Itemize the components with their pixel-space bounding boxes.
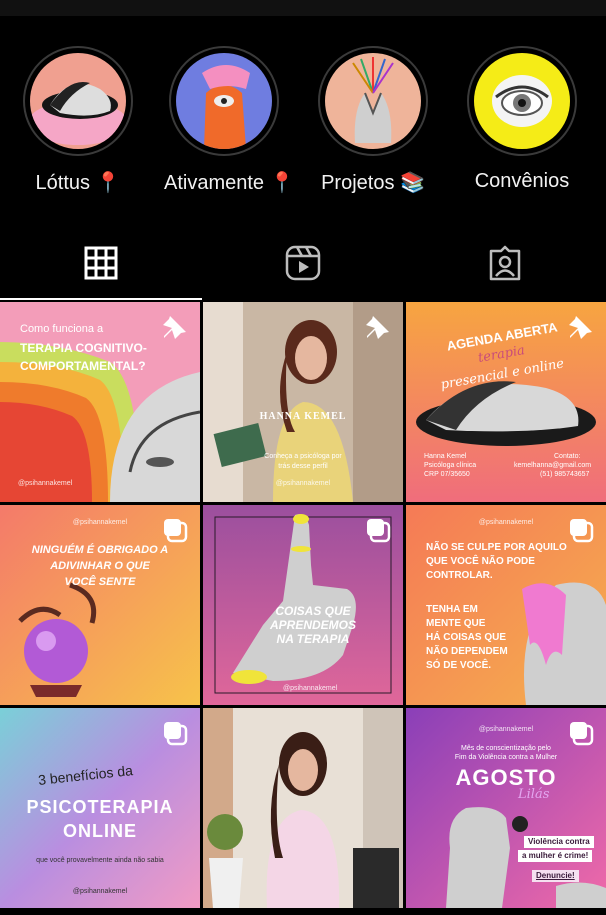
post-text: PSICOTERAPIA <box>26 797 174 817</box>
tagged-icon <box>489 245 521 281</box>
post-handle: @psihannakemel <box>275 480 331 487</box>
post-text: ADIVINHAR O QUE <box>50 560 150 572</box>
post-handle: @psihannakemel <box>18 480 73 487</box>
post-text: a mulher é crime! <box>518 850 593 863</box>
pin-icon <box>163 316 186 339</box>
post-info: CRP 07/35650 <box>424 471 470 478</box>
post-text: TERAPIA COGNITIVO- <box>20 341 147 355</box>
post-contact: kemelhanna@gmail.com <box>514 462 592 469</box>
post-text: VOCÊ SENTE <box>64 576 136 588</box>
post-text: COMPORTAMENTAL? <box>20 359 146 373</box>
post-handle: @psihannakemel <box>72 888 128 895</box>
grid-icon <box>84 246 118 280</box>
tab-reels[interactable] <box>202 228 404 298</box>
post-tile[interactable]: AGENDA ABERTA terapia presencial e onlin… <box>406 302 606 502</box>
story-highlights: Lóttus 📍 Ativamente 📍 Projetos 📚 Convêni… <box>0 40 606 200</box>
status-bar-strip <box>0 0 606 16</box>
multi-post-icon <box>570 519 594 543</box>
post-text: trás desse perfil <box>278 463 328 470</box>
profile-tabs <box>0 228 606 300</box>
highlight-cover[interactable] <box>23 46 133 156</box>
highlight-label: Convênios <box>474 170 570 192</box>
multi-post-icon <box>164 519 188 543</box>
post-info: Psicóloga clínica <box>424 462 477 469</box>
post-text: NÃO DEPENDEM <box>426 646 508 657</box>
multi-post-icon <box>367 519 391 543</box>
face-art-icon <box>30 53 126 149</box>
post-text: Conheça a psicóloga por <box>264 453 342 460</box>
post-text: CONTROLAR. <box>426 570 493 581</box>
post-tile[interactable]: COISAS QUE APRENDEMOS NA TERAPIA @psihan… <box>203 505 403 705</box>
post-text: MENTE QUE <box>426 618 486 629</box>
post-contact: (51) 985743657 <box>540 471 590 478</box>
post-text: Como funciona a <box>20 323 104 335</box>
post-text: COISAS QUE <box>275 604 351 618</box>
eye-art-icon <box>474 53 570 149</box>
pin-icon <box>366 316 389 339</box>
highlight-label: Lóttus 📍 <box>35 172 121 194</box>
reels-icon <box>285 245 321 281</box>
highlight-lottus[interactable]: Lóttus 📍 <box>18 40 138 195</box>
post-text: NA TERAPIA <box>276 632 350 646</box>
post-text: TENHA EM <box>426 604 478 615</box>
tab-posts[interactable] <box>0 228 202 298</box>
highlight-label: Projetos 📚 <box>321 172 425 194</box>
post-text: Lilás <box>518 787 550 802</box>
post-text: HÁ COISAS QUE <box>426 632 507 643</box>
post-text: NINGUÉM É OBRIGADO A <box>31 544 169 556</box>
highlight-cover[interactable] <box>169 46 279 156</box>
post-tile[interactable]: Como funciona a TERAPIA COGNITIVO- COMPO… <box>0 302 200 502</box>
pin-icon <box>569 316 592 339</box>
active-tab-indicator <box>0 298 202 300</box>
post-text: Denuncie! <box>532 870 579 883</box>
highlight-projetos[interactable]: Projetos 📚 <box>313 40 433 195</box>
post-tile[interactable]: 3 benefícios da PSICOTERAPIA ONLINE que … <box>0 708 200 908</box>
post-text: Fim da Violência contra a Mulher <box>454 754 558 761</box>
post-text: AGOSTO <box>455 765 557 790</box>
post-tile[interactable]: @psihannakemel NÃO SE CULPE POR AQUILO Q… <box>406 505 606 705</box>
hands-art-icon <box>325 53 421 149</box>
hand-art-icon <box>176 53 272 149</box>
post-text: APRENDEMOS <box>269 618 356 632</box>
post-name: HANNA KEMEL <box>259 411 347 422</box>
posts-grid: Como funciona a TERAPIA COGNITIVO- COMPO… <box>0 302 606 915</box>
multi-post-icon <box>164 722 188 746</box>
post-8-photo <box>203 708 403 908</box>
post-contact: Contato: <box>554 453 581 460</box>
multi-post-icon <box>570 722 594 746</box>
post-text: Violência contra <box>524 836 594 849</box>
highlight-cover[interactable] <box>318 46 428 156</box>
post-tile[interactable]: @psihannakemel Mês de conscientização pe… <box>406 708 606 908</box>
post-info: Hanna Kemel <box>424 453 467 460</box>
post-text: QUE VOCÊ NÃO PODE <box>426 556 535 567</box>
post-text: que você provavelmente ainda não sabia <box>36 857 164 864</box>
post-text: SÓ DE VOCÊ. <box>426 660 492 671</box>
post-tile[interactable]: HANNA KEMEL Conheça a psicóloga por trás… <box>203 302 403 502</box>
highlight-convenios[interactable]: Convênios <box>462 40 582 193</box>
tab-tagged[interactable] <box>404 228 606 298</box>
highlight-label: Ativamente 📍 <box>164 172 295 194</box>
post-tile[interactable] <box>203 708 403 908</box>
post-handle: @psihannakemel <box>283 685 338 692</box>
post-text: NÃO SE CULPE POR AQUILO <box>426 542 567 553</box>
post-tile[interactable]: @psihannakemel NINGUÉM É OBRIGADO A ADIV… <box>0 505 200 705</box>
post-text: ONLINE <box>62 821 137 841</box>
highlight-cover[interactable] <box>467 46 577 156</box>
highlight-ativamente[interactable]: Ativamente 📍 <box>164 40 295 195</box>
